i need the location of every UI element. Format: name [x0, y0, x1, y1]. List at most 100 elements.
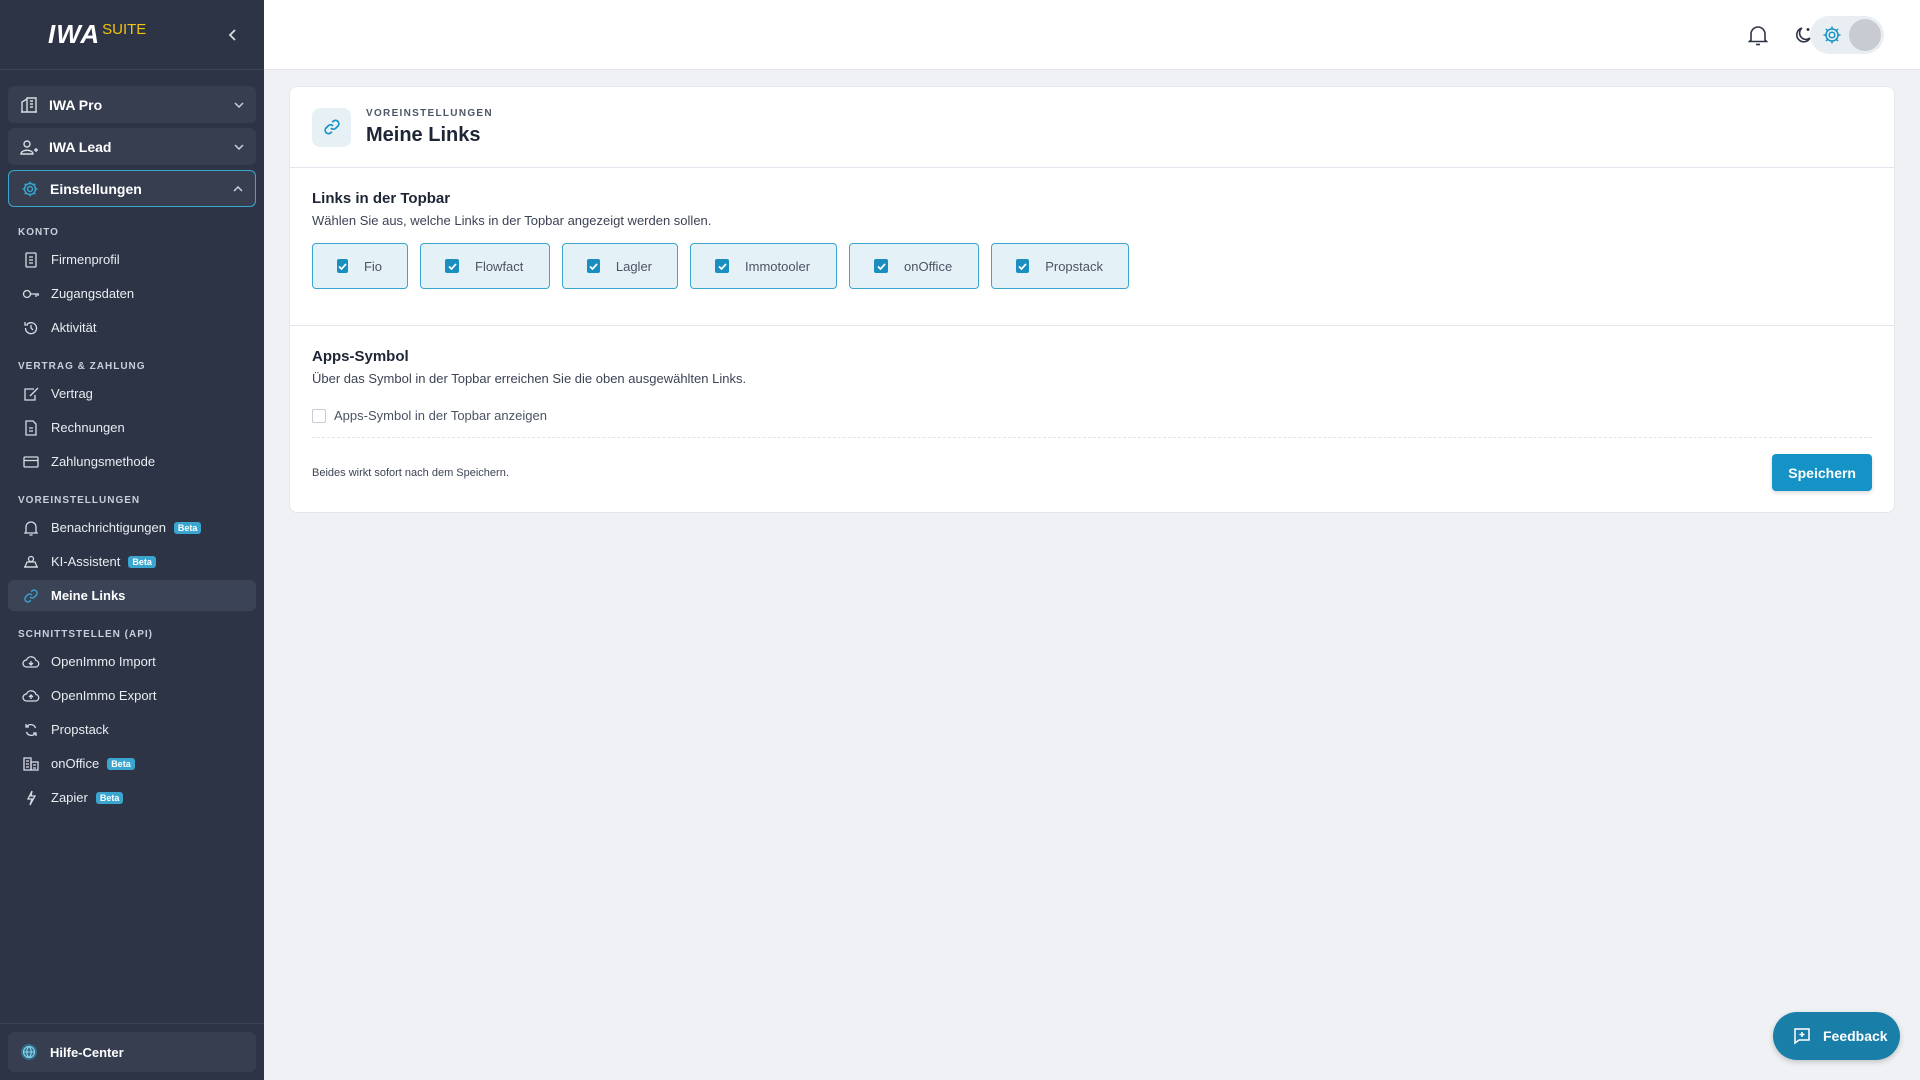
help-center-button[interactable]: Hilfe-Center	[8, 1032, 256, 1072]
check-icon	[876, 262, 886, 270]
building-icon	[20, 96, 38, 114]
sidebar-item-label: Benachrichtigungen	[51, 520, 166, 535]
nav-group-iwa-lead[interactable]: IWA Lead	[8, 128, 256, 165]
sidebar-item-openimmo-export[interactable]: OpenImmo Export	[8, 680, 256, 711]
checkbox-checked[interactable]	[445, 259, 459, 273]
logo[interactable]: IWA SUITE	[48, 19, 146, 50]
link-option-label: Lagler	[615, 258, 652, 274]
apps-symbol-section: Apps-Symbol Über das Symbol in der Topba…	[290, 326, 1894, 491]
sidebar-item-vertrag[interactable]: Vertrag	[8, 378, 256, 409]
history-icon	[22, 319, 40, 337]
sync-icon	[22, 721, 40, 739]
nav-group-label: IWA Lead	[49, 138, 112, 155]
robot-icon	[22, 553, 40, 571]
nav-group-iwa-pro[interactable]: IWA Pro	[8, 86, 256, 123]
collapse-sidebar-button[interactable]	[222, 24, 244, 46]
checkbox-checked[interactable]	[587, 259, 600, 273]
checkbox-checked[interactable]	[715, 259, 729, 273]
card-header: VOREINSTELLUNGEN Meine Links	[290, 87, 1894, 168]
link-option-label: Fio	[363, 258, 382, 274]
bell-icon	[22, 519, 40, 537]
beta-badge: Beta	[128, 555, 156, 568]
sidebar-item-label: Zugangsdaten	[51, 286, 135, 301]
sidebar-nav: IWA Pro IWA Lead Einstellungen KONTO Fir…	[0, 70, 264, 813]
chevron-left-icon	[228, 28, 236, 41]
document-icon	[22, 251, 40, 269]
notifications-button[interactable]	[1746, 23, 1770, 47]
sidebar-item-firmenprofil[interactable]: Firmenprofil	[8, 244, 256, 275]
link-options: Fio Flowfact Lagler Immotooler onOffice …	[312, 243, 1872, 289]
checkbox-checked[interactable]	[874, 259, 888, 273]
header-text: VOREINSTELLUNGEN Meine Links	[366, 108, 493, 147]
sidebar-item-onoffice[interactable]: onOffice Beta	[8, 748, 256, 779]
page-title: Meine Links	[366, 123, 481, 146]
settings-profile-pill[interactable]	[1810, 16, 1884, 54]
sidebar-item-ki-assistent[interactable]: KI-Assistent Beta	[8, 546, 256, 577]
sidebar-item-label: Aktivität	[51, 320, 97, 335]
sidebar-item-aktivitaet[interactable]: Aktivität	[8, 312, 256, 343]
sidebar-item-meine-links[interactable]: Meine Links	[8, 580, 256, 611]
save-button[interactable]: Speichern	[1772, 454, 1872, 491]
link-option-lagler[interactable]: Lagler	[562, 243, 678, 289]
sidebar-item-openimmo-import[interactable]: OpenImmo Import	[8, 646, 256, 677]
link-option-immotooler[interactable]: Immotooler	[690, 243, 837, 289]
feedback-button[interactable]: Feedback	[1773, 1012, 1900, 1060]
help-divider	[0, 1023, 264, 1024]
check-icon	[338, 262, 347, 270]
apps-symbol-option[interactable]: Apps-Symbol in der Topbar anzeigen	[312, 408, 1872, 423]
topbar-links-section: Links in der Topbar Wählen Sie aus, welc…	[290, 168, 1894, 326]
checkbox-checked[interactable]	[1016, 259, 1030, 273]
link-option-label: Flowfact	[475, 258, 524, 274]
logo-suffix: SUITE	[102, 21, 147, 38]
sidebar-item-propstack[interactable]: Propstack	[8, 714, 256, 745]
link-option-onoffice[interactable]: onOffice	[849, 243, 979, 289]
link-icon	[312, 107, 351, 147]
link-option-propstack[interactable]: Propstack	[991, 243, 1129, 289]
cloud-icon	[22, 653, 40, 671]
link-option-fio[interactable]: Fio	[312, 243, 408, 289]
sidebar-item-zahlungsmethode[interactable]: Zahlungsmethode	[8, 446, 256, 477]
globe-icon	[20, 1043, 38, 1061]
bell-icon	[1748, 26, 1768, 46]
cloud-icon	[22, 687, 40, 705]
credit-card-icon	[22, 453, 40, 471]
check-icon	[447, 262, 457, 270]
contract-icon	[22, 385, 40, 403]
save-note: Beides wirkt sofort nach dem Speichern.	[312, 466, 509, 479]
checkbox-checked[interactable]	[337, 259, 348, 273]
apps-symbol-checkbox[interactable]	[312, 408, 326, 423]
gear-icon	[21, 180, 39, 198]
link-option-label: Immotooler	[745, 258, 811, 274]
topbar	[264, 0, 1920, 70]
sidebar-item-label: Rechnungen	[51, 420, 125, 435]
gear-icon	[1823, 26, 1841, 44]
invoice-icon	[22, 419, 40, 437]
sidebar-item-rechnungen[interactable]: Rechnungen	[8, 412, 256, 443]
beta-badge: Beta	[107, 757, 135, 770]
sidebar-item-label: Meine Links	[51, 588, 126, 603]
avatar[interactable]	[1849, 19, 1881, 51]
nav-group-label: Einstellungen	[50, 180, 142, 197]
sidebar-item-label: KI-Assistent	[51, 554, 121, 569]
section-description: Über das Symbol in der Topbar erreichen …	[312, 371, 747, 386]
chevron-up-icon	[233, 185, 243, 192]
section-label-konto: KONTO	[18, 227, 59, 238]
key-icon	[22, 285, 40, 303]
link-option-flowfact[interactable]: Flowfact	[420, 243, 550, 289]
nav-group-einstellungen[interactable]: Einstellungen	[8, 170, 256, 207]
help-center-label: Hilfe-Center	[50, 1044, 124, 1060]
sidebar-item-label: Vertrag	[51, 386, 93, 401]
sidebar-item-label: Firmenprofil	[51, 252, 120, 267]
sidebar-item-zugangsdaten[interactable]: Zugangsdaten	[8, 278, 256, 309]
sidebar-item-label: Propstack	[51, 722, 109, 737]
feedback-label: Feedback	[1823, 1028, 1888, 1044]
sidebar-item-zapier[interactable]: Zapier Beta	[8, 782, 256, 813]
nav-group-label: IWA Pro	[49, 96, 103, 113]
logo-main: IWA	[48, 19, 101, 49]
section-label-vertrag-zahlung: VERTRAG & ZAHLUNG	[18, 361, 146, 372]
sidebar-item-benachrichtigungen[interactable]: Benachrichtigungen Beta	[8, 512, 256, 543]
sidebar-item-label: Zapier	[51, 790, 88, 805]
check-icon	[1018, 262, 1027, 270]
sidebar-item-label: Zahlungsmethode	[51, 454, 156, 469]
link-icon	[22, 587, 40, 605]
